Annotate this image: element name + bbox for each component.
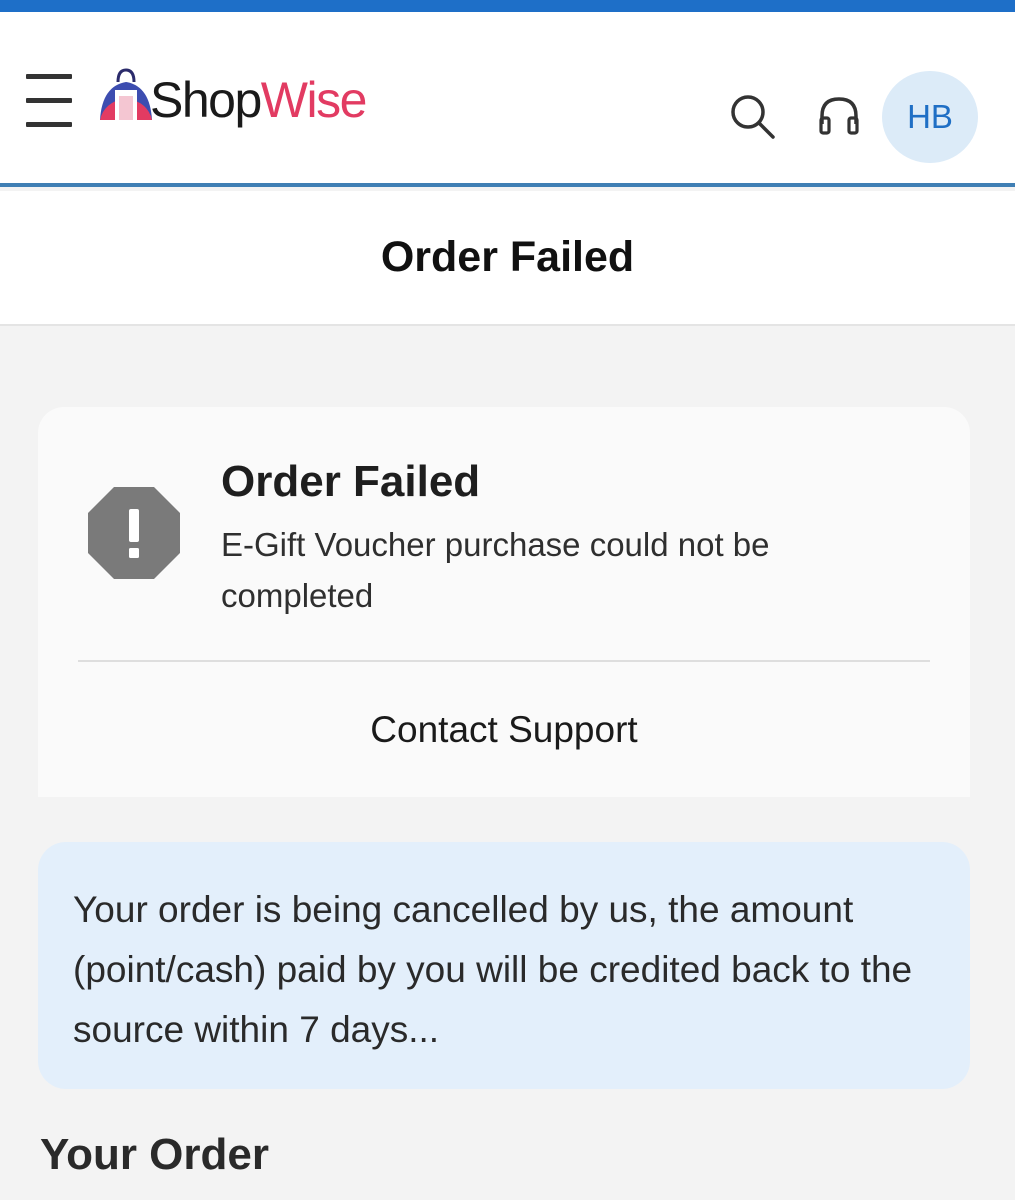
- logo-wordmark: ShopWise: [150, 70, 368, 130]
- card-divider: [78, 660, 930, 662]
- shopping-bag-icon: [100, 68, 152, 120]
- cancellation-message: Your order is being cancelled by us, the…: [73, 889, 913, 1050]
- search-button[interactable]: [728, 92, 776, 140]
- alert-octagon-icon: [88, 487, 180, 579]
- menu-bar: [26, 122, 72, 127]
- status-description: E-Gift Voucher purchase could not be com…: [221, 526, 770, 614]
- page-title-bar: Order Failed: [0, 191, 1015, 326]
- logo-text-shop: Shop: [150, 72, 262, 128]
- contact-support-button[interactable]: Contact Support: [38, 663, 970, 797]
- menu-bar: [26, 74, 72, 79]
- support-button[interactable]: [818, 96, 860, 136]
- app-header: ShopWise HB: [0, 12, 1015, 187]
- menu-button[interactable]: [26, 74, 74, 127]
- shopwise-logo[interactable]: ShopWise: [96, 64, 416, 140]
- search-icon: [731, 95, 775, 139]
- order-status-card: Order Failed E-Gift Voucher purchase cou…: [38, 407, 970, 797]
- your-order-heading: Your Order: [40, 1130, 270, 1179]
- user-avatar[interactable]: HB: [882, 71, 978, 163]
- menu-bar: [26, 98, 72, 103]
- status-title: Order Failed: [221, 457, 481, 506]
- page-title: Order Failed: [380, 233, 635, 281]
- headphones-icon: [819, 97, 859, 135]
- logo-text-wise: Wise: [260, 72, 368, 128]
- cancellation-info-box: Your order is being cancelled by us, the…: [38, 842, 970, 1089]
- top-accent-strip: [0, 0, 1015, 12]
